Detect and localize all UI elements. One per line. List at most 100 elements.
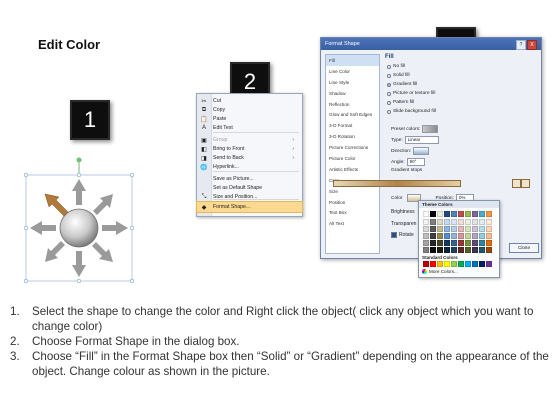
category-item[interactable]: Picture Corrections — [326, 142, 379, 153]
color-swatch[interactable] — [479, 226, 485, 232]
more-colors-item[interactable]: More Colors... — [422, 269, 458, 274]
color-swatch[interactable] — [444, 247, 450, 253]
color-swatch[interactable] — [479, 247, 485, 253]
color-swatch[interactable] — [458, 261, 464, 267]
color-swatch[interactable] — [430, 211, 436, 217]
fill-option[interactable]: Picture or texture fill — [387, 91, 435, 96]
category-item[interactable]: Glow and Soft Edges — [326, 109, 379, 120]
color-swatch[interactable] — [430, 247, 436, 253]
color-swatch[interactable] — [472, 247, 478, 253]
color-swatch[interactable] — [458, 233, 464, 239]
color-swatch[interactable] — [444, 226, 450, 232]
category-item[interactable]: Text Box — [326, 207, 379, 218]
category-item[interactable]: 3-D Format — [326, 120, 379, 131]
color-swatch[interactable] — [423, 211, 429, 217]
color-swatch[interactable] — [451, 247, 457, 253]
color-swatch[interactable] — [437, 226, 443, 232]
color-swatch[interactable] — [479, 233, 485, 239]
color-swatch[interactable] — [479, 219, 485, 225]
color-swatch[interactable] — [465, 261, 471, 267]
help-button[interactable]: ? — [516, 40, 526, 50]
color-swatch[interactable] — [437, 211, 443, 217]
color-swatch[interactable] — [458, 247, 464, 253]
color-swatch[interactable] — [472, 240, 478, 246]
color-swatch[interactable] — [458, 226, 464, 232]
close-button[interactable]: Close — [509, 243, 539, 253]
category-item[interactable]: Size — [326, 186, 379, 197]
color-swatch[interactable] — [423, 233, 429, 239]
fill-option-radio[interactable] — [387, 64, 391, 69]
color-swatch[interactable] — [479, 261, 485, 267]
color-swatch[interactable] — [451, 219, 457, 225]
color-swatch[interactable] — [472, 233, 478, 239]
fill-option[interactable]: No fill — [387, 64, 405, 69]
context-menu-item[interactable]: ◆ Format Shape... — [196, 201, 303, 213]
color-swatch[interactable] — [472, 211, 478, 217]
color-swatch[interactable] — [430, 261, 436, 267]
direction-dropdown[interactable] — [413, 147, 430, 155]
angle-input[interactable]: 90° — [406, 158, 425, 166]
color-swatch[interactable] — [458, 219, 464, 225]
fill-option-radio[interactable] — [387, 82, 391, 87]
category-item[interactable]: 3-D Rotation — [326, 131, 379, 142]
color-swatch[interactable] — [486, 247, 492, 253]
color-swatch[interactable] — [458, 240, 464, 246]
color-swatch[interactable] — [430, 240, 436, 246]
color-swatch[interactable] — [430, 233, 436, 239]
color-swatch[interactable] — [465, 233, 471, 239]
color-swatch[interactable] — [465, 219, 471, 225]
close-icon[interactable]: X — [527, 40, 537, 50]
color-swatch[interactable] — [451, 261, 457, 267]
color-swatch[interactable] — [437, 240, 443, 246]
color-swatch[interactable] — [451, 233, 457, 239]
color-swatch[interactable] — [423, 247, 429, 253]
color-swatch[interactable] — [486, 211, 492, 217]
fill-option-radio[interactable] — [387, 73, 391, 78]
fill-option[interactable]: Solid fill — [387, 73, 410, 78]
color-swatch[interactable] — [437, 233, 443, 239]
color-swatch[interactable] — [458, 211, 464, 217]
color-swatch[interactable] — [437, 247, 443, 253]
color-swatch[interactable] — [437, 261, 443, 267]
fill-option[interactable]: Slide background fill — [387, 109, 436, 114]
fill-option-radio[interactable] — [387, 91, 391, 96]
color-swatch[interactable] — [465, 211, 471, 217]
color-swatch[interactable] — [423, 240, 429, 246]
color-swatch[interactable] — [472, 219, 478, 225]
fill-option[interactable]: Gradient fill — [387, 82, 417, 87]
color-swatch[interactable] — [451, 211, 457, 217]
color-swatch[interactable] — [472, 226, 478, 232]
category-item[interactable]: Line Style — [326, 77, 379, 88]
fill-option-radio[interactable] — [387, 109, 391, 114]
selected-arrow-up-left[interactable] — [44, 193, 70, 218]
color-swatch[interactable] — [486, 261, 492, 267]
gradient-stops-bar[interactable] — [333, 180, 461, 187]
color-swatch[interactable] — [430, 219, 436, 225]
color-swatch[interactable] — [451, 226, 457, 232]
color-swatch[interactable] — [423, 261, 429, 267]
fill-option-radio[interactable] — [387, 100, 391, 105]
color-swatch[interactable] — [451, 240, 457, 246]
type-select[interactable]: Linear — [404, 136, 439, 144]
category-item[interactable]: Line Color — [326, 66, 379, 77]
color-swatch[interactable] — [423, 219, 429, 225]
category-item[interactable]: Alt Text — [326, 218, 379, 229]
color-swatch[interactable] — [423, 226, 429, 232]
color-swatch[interactable] — [479, 240, 485, 246]
color-swatch[interactable] — [444, 233, 450, 239]
fill-option[interactable]: Pattern fill — [387, 100, 414, 105]
context-menu-item[interactable]: ⤡ Size and Position... — [197, 192, 302, 202]
color-swatch[interactable] — [444, 240, 450, 246]
color-swatch[interactable] — [465, 247, 471, 253]
rotation-handle[interactable] — [76, 157, 82, 163]
remove-stop-button[interactable] — [521, 179, 530, 188]
arrow-sphere-shape[interactable] — [22, 155, 137, 285]
color-swatch[interactable] — [430, 226, 436, 232]
color-swatch[interactable] — [479, 211, 485, 217]
rotate-checkbox[interactable] — [391, 232, 397, 238]
category-item[interactable]: Fill — [326, 55, 379, 66]
category-item[interactable]: Reflection — [326, 99, 379, 110]
color-swatch[interactable] — [486, 240, 492, 246]
color-swatch[interactable] — [486, 226, 492, 232]
color-swatch[interactable] — [444, 261, 450, 267]
